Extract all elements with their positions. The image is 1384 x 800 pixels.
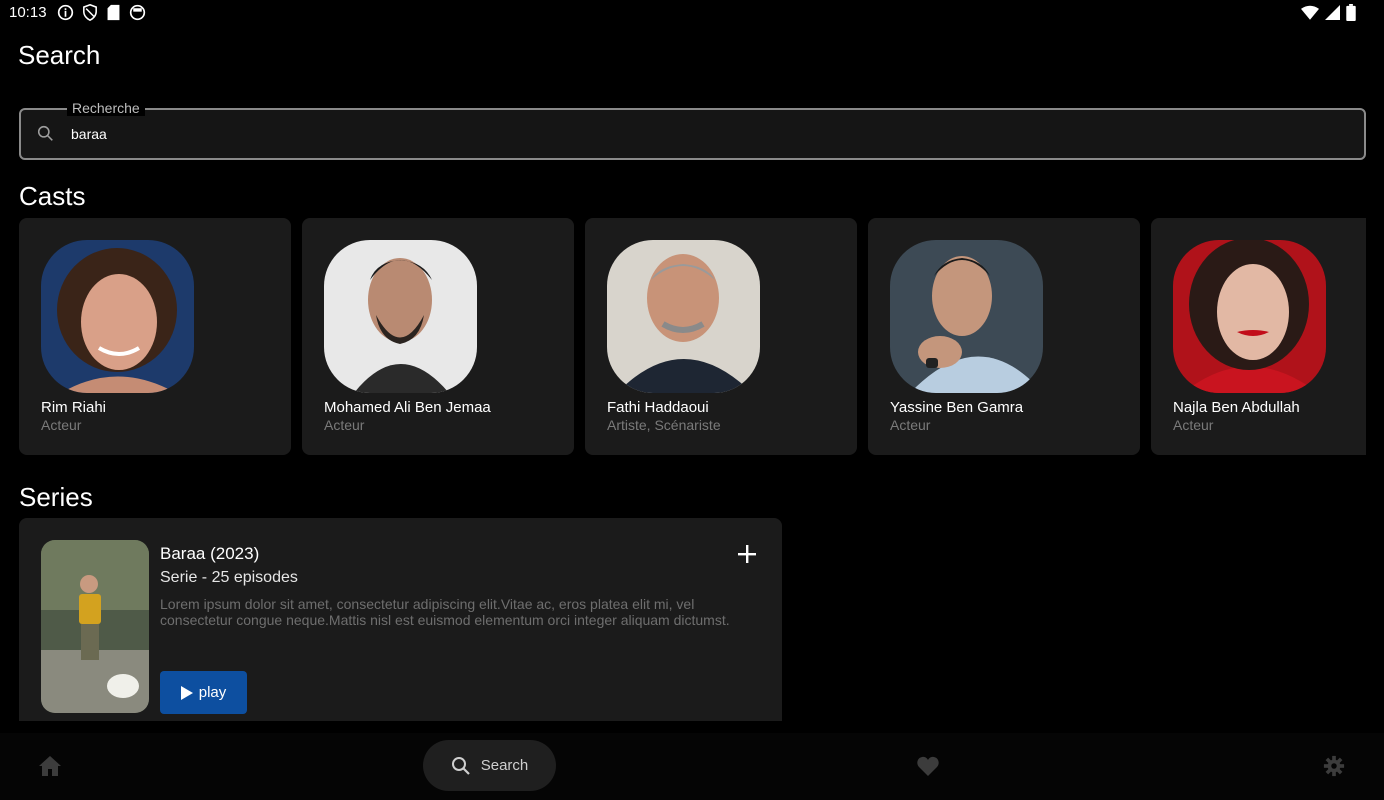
signal-icon bbox=[1325, 5, 1340, 20]
page-title: Search bbox=[18, 40, 101, 70]
cast-role: Acteur bbox=[324, 417, 365, 433]
cast-photo bbox=[1173, 240, 1326, 393]
casts-section-title: Casts bbox=[19, 181, 86, 211]
play-button[interactable]: play bbox=[160, 671, 247, 714]
search-icon bbox=[37, 125, 53, 141]
cast-name: Najla Ben Abdullah bbox=[1173, 399, 1300, 416]
search-input[interactable] bbox=[69, 121, 1333, 147]
cast-card[interactable]: Fathi Haddaoui Artiste, Scénariste bbox=[585, 218, 857, 455]
cast-card[interactable]: Rim Riahi Acteur bbox=[19, 218, 291, 455]
cast-card[interactable]: Najla Ben Abdullah Acteur bbox=[1151, 218, 1366, 455]
cast-name: Mohamed Ali Ben Jemaa bbox=[324, 399, 491, 416]
battery-icon bbox=[1346, 4, 1356, 21]
search-field-label: Recherche bbox=[67, 100, 145, 116]
sd-card-icon bbox=[107, 4, 120, 21]
cast-name: Rim Riahi bbox=[41, 399, 107, 416]
play-button-label: play bbox=[198, 684, 227, 701]
heart-icon bbox=[917, 756, 939, 776]
cast-card[interactable]: Mohamed Ali Ben Jemaa Acteur bbox=[302, 218, 574, 455]
series-section-title: Series bbox=[19, 482, 93, 512]
home-icon bbox=[39, 756, 61, 776]
cast-name: Yassine Ben Gamra bbox=[890, 399, 1024, 416]
wifi-icon bbox=[1301, 5, 1319, 20]
cast-photo bbox=[890, 240, 1043, 393]
status-time: 10:13 bbox=[9, 4, 47, 21]
add-to-list-button[interactable] bbox=[735, 542, 759, 566]
cast-photo bbox=[41, 240, 194, 393]
series-card[interactable]: Baraa (2023) Serie - 25 episodes Lorem i… bbox=[19, 518, 782, 721]
cast-role: Acteur bbox=[1173, 417, 1214, 433]
nav-settings[interactable] bbox=[1322, 754, 1346, 778]
nav-favorites[interactable] bbox=[916, 754, 940, 778]
series-poster bbox=[41, 540, 149, 713]
info-icon bbox=[57, 4, 74, 21]
shield-icon bbox=[83, 4, 97, 21]
search-icon bbox=[451, 756, 470, 775]
search-field[interactable]: Recherche bbox=[19, 100, 1366, 160]
cast-role: Artiste, Scénariste bbox=[607, 417, 721, 433]
nav-home[interactable] bbox=[38, 754, 62, 778]
cast-role: Acteur bbox=[41, 417, 82, 433]
cast-photo bbox=[607, 240, 760, 393]
series-title: Baraa (2023) bbox=[160, 544, 260, 563]
casts-carousel[interactable]: Rim Riahi Acteur Mohamed Ali Ben Jemaa A… bbox=[19, 218, 1366, 456]
cast-photo bbox=[324, 240, 477, 393]
series-description: Lorem ipsum dolor sit amet, consectetur … bbox=[160, 596, 730, 628]
series-meta: Serie - 25 episodes bbox=[160, 569, 298, 586]
nav-search-label: Search bbox=[480, 757, 529, 774]
plus-icon bbox=[738, 545, 756, 563]
status-bar: 10:13 bbox=[0, 0, 1384, 26]
cast-role: Acteur bbox=[890, 417, 931, 433]
cast-card[interactable]: Yassine Ben Gamra Acteur bbox=[868, 218, 1140, 455]
circle-app-icon bbox=[129, 4, 146, 21]
nav-search[interactable]: Search bbox=[423, 740, 556, 791]
bottom-navigation: Search bbox=[0, 733, 1384, 800]
play-icon bbox=[180, 685, 193, 700]
cast-name: Fathi Haddaoui bbox=[607, 399, 709, 416]
gear-icon bbox=[1323, 755, 1345, 777]
